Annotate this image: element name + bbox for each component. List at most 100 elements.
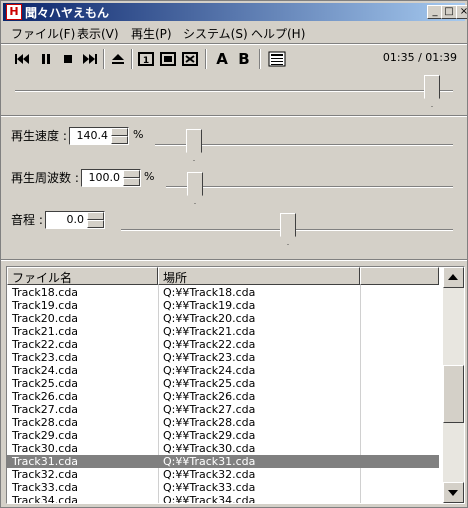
frequency-thumb[interactable] — [187, 172, 203, 204]
playlist-icon[interactable] — [267, 49, 287, 69]
cell-location: Q:¥¥Track25.cda — [163, 377, 256, 390]
cell-location: Q:¥¥Track33.cda — [163, 481, 256, 494]
speed-label: 再生速度 : — [11, 129, 67, 143]
table-row[interactable]: Track34.cda Q:¥¥Track34.cda — [7, 494, 439, 504]
table-row[interactable]: Track20.cda Q:¥¥Track20.cda — [7, 312, 439, 325]
cell-location: Q:¥¥Track21.cda — [163, 325, 256, 338]
scroll-thumb[interactable] — [443, 365, 464, 423]
spin-up-button[interactable] — [111, 128, 128, 136]
table-row[interactable]: Track32.cda Q:¥¥Track32.cda — [7, 468, 439, 481]
speed-spinner[interactable]: 140.4 — [69, 127, 129, 145]
spin-down-button[interactable] — [111, 136, 128, 144]
scroll-up-button[interactable] — [443, 267, 464, 288]
cell-location: Q:¥¥Track27.cda — [163, 403, 256, 416]
table-row[interactable]: Track21.cda Q:¥¥Track21.cda — [7, 325, 439, 338]
cell-filename: Track19.cda — [12, 299, 79, 312]
cell-filename: Track20.cda — [12, 312, 79, 325]
cell-location: Q:¥¥Track30.cda — [163, 442, 256, 455]
table-row[interactable]: Track25.cda Q:¥¥Track25.cda — [7, 377, 439, 390]
seek-track — [15, 90, 453, 92]
table-row[interactable]: Track33.cda Q:¥¥Track33.cda — [7, 481, 439, 494]
app-window: H 聞々ハヤえもん _ □ × ファイル(F) 表示(V) 再生(P) システム… — [0, 0, 468, 508]
close-button[interactable]: × — [456, 5, 467, 19]
cell-filename: Track29.cda — [12, 429, 79, 442]
spin-up-button[interactable] — [123, 170, 140, 178]
toolbar-separator — [205, 49, 207, 69]
table-row[interactable]: Track18.cda Q:¥¥Track18.cda — [7, 286, 439, 299]
spin-up-button[interactable] — [87, 212, 104, 220]
frequency-track — [166, 186, 453, 188]
menu-system[interactable]: システム(S) — [183, 25, 248, 42]
table-row[interactable]: Track28.cda Q:¥¥Track28.cda — [7, 416, 439, 429]
table-row[interactable]: Track24.cda Q:¥¥Track24.cda — [7, 364, 439, 377]
ab-b-icon[interactable]: B — [235, 49, 253, 69]
eject-icon[interactable] — [109, 49, 127, 69]
menu-file[interactable]: ファイル(F) — [11, 25, 75, 42]
shuffle-icon[interactable] — [181, 49, 199, 69]
cell-location: Q:¥¥Track31.cda — [163, 455, 256, 468]
next-icon[interactable] — [81, 49, 99, 69]
playlist[interactable]: ファイル名 場所 Track18.cda Q:¥¥Track18.cda Track… — [6, 266, 465, 504]
ab-a-icon[interactable]: A — [213, 49, 231, 69]
menu-view[interactable]: 表示(V) — [77, 25, 119, 42]
table-row[interactable]: Track27.cda Q:¥¥Track27.cda — [7, 403, 439, 416]
pitch-thumb[interactable] — [280, 213, 296, 245]
cell-location: Q:¥¥Track26.cda — [163, 390, 256, 403]
column-header-blank[interactable] — [360, 267, 439, 285]
cell-filename: Track28.cda — [12, 416, 79, 429]
spin-down-button[interactable] — [123, 178, 140, 186]
table-row[interactable]: Track26.cda Q:¥¥Track26.cda — [7, 390, 439, 403]
cell-filename: Track23.cda — [12, 351, 79, 364]
spin-down-button[interactable] — [87, 220, 104, 228]
speed-unit: % — [133, 128, 144, 141]
maximize-button[interactable]: □ — [441, 5, 457, 19]
table-row[interactable]: Track22.cda Q:¥¥Track22.cda — [7, 338, 439, 351]
cell-filename: Track26.cda — [12, 390, 79, 403]
svg-text:1: 1 — [143, 56, 149, 66]
toolbar-separator — [103, 49, 105, 69]
cell-location: Q:¥¥Track23.cda — [163, 351, 256, 364]
cell-location: Q:¥¥Track34.cda — [163, 494, 256, 504]
repeat-one-icon[interactable]: 1 — [137, 49, 155, 69]
table-row[interactable]: Track30.cda Q:¥¥Track30.cda — [7, 442, 439, 455]
app-icon[interactable]: H — [6, 4, 22, 20]
toolbar: 1 A B 01:35 / 01:39 — [3, 45, 465, 73]
cell-filename: Track30.cda — [12, 442, 79, 455]
stop-icon[interactable] — [59, 49, 77, 69]
toolbar-separator — [131, 49, 133, 69]
column-header-filename[interactable]: ファイル名 — [7, 267, 158, 285]
menu-play[interactable]: 再生(P) — [131, 25, 172, 42]
cell-location: Q:¥¥Track22.cda — [163, 338, 256, 351]
frequency-value[interactable]: 100.0 — [89, 171, 121, 184]
pitch-spinner[interactable]: 0.0 — [45, 211, 105, 229]
cell-filename: Track18.cda — [12, 286, 79, 299]
scroll-down-button[interactable] — [443, 482, 464, 503]
cell-filename: Track31.cda — [12, 455, 79, 468]
cell-filename: Track27.cda — [12, 403, 79, 416]
pitch-value[interactable]: 0.0 — [67, 213, 85, 226]
cell-filename: Track34.cda — [12, 494, 79, 504]
table-row[interactable]: Track19.cda Q:¥¥Track19.cda — [7, 299, 439, 312]
cell-location: Q:¥¥Track29.cda — [163, 429, 256, 442]
cell-filename: Track22.cda — [12, 338, 79, 351]
seek-thumb[interactable] — [424, 75, 440, 107]
cell-filename: Track25.cda — [12, 377, 79, 390]
table-row[interactable]: Track29.cda Q:¥¥Track29.cda — [7, 429, 439, 442]
frequency-label: 再生周波数 : — [11, 171, 79, 185]
menu-help[interactable]: ヘルプ(H) — [251, 25, 305, 42]
repeat-all-icon[interactable] — [159, 49, 177, 69]
divider — [1, 115, 467, 117]
vertical-scrollbar[interactable] — [443, 267, 464, 503]
time-display: 01:35 / 01:39 — [382, 51, 457, 64]
speed-value[interactable]: 140.4 — [77, 129, 109, 142]
cell-location: Q:¥¥Track28.cda — [163, 416, 256, 429]
table-row[interactable]: Track23.cda Q:¥¥Track23.cda — [7, 351, 439, 364]
speed-thumb[interactable] — [186, 129, 202, 161]
frequency-spinner[interactable]: 100.0 — [81, 169, 141, 187]
divider — [1, 259, 467, 261]
column-header-location[interactable]: 場所 — [158, 267, 360, 285]
pause-icon[interactable] — [37, 49, 55, 69]
table-row[interactable]: Track31.cda Q:¥¥Track31.cda — [7, 455, 439, 468]
previous-icon[interactable] — [13, 49, 31, 69]
title-bar[interactable]: H 聞々ハヤえもん _ □ × — [3, 3, 467, 21]
